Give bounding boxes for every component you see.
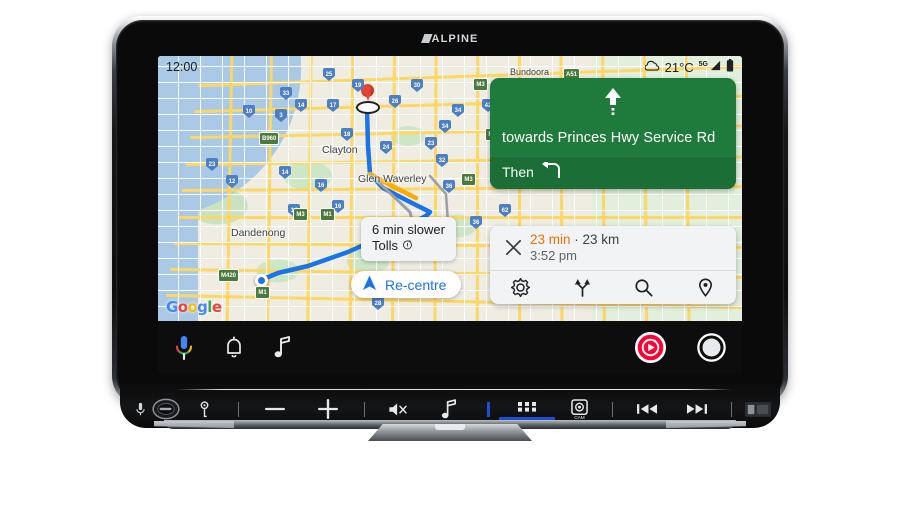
nav-instruction-text: towards Princes Hwy Service Rd bbox=[502, 130, 716, 146]
map-shield-green: M420 bbox=[218, 269, 240, 282]
recentre-label: Re-centre bbox=[385, 276, 447, 293]
apps-button[interactable] bbox=[497, 402, 557, 426]
eta-duration: 23 min bbox=[530, 232, 571, 247]
chin-notch bbox=[435, 424, 465, 430]
camera-button[interactable]: CAM bbox=[558, 399, 603, 419]
app-launcher-icon[interactable] bbox=[697, 333, 726, 362]
google-attribution: Google bbox=[166, 298, 222, 316]
eta-distance: · 23 km bbox=[574, 232, 620, 247]
alternate-route-card[interactable]: 6 min slower Tolls bbox=[361, 217, 456, 261]
map-place-label: Bundoora bbox=[510, 67, 550, 77]
previous-track-button[interactable] bbox=[623, 403, 672, 415]
volume-up-button[interactable] bbox=[302, 399, 355, 419]
destination-ellipse bbox=[356, 101, 380, 114]
navigation-arrow-icon bbox=[362, 275, 377, 294]
notifications-bell-icon[interactable] bbox=[224, 336, 244, 359]
media-button[interactable] bbox=[419, 398, 479, 428]
search-icon[interactable] bbox=[613, 278, 675, 297]
google-logo-letter: g bbox=[197, 298, 208, 316]
eta-arrival-time: 3:52 pm bbox=[530, 248, 577, 263]
next-track-button[interactable] bbox=[672, 403, 721, 415]
rotary-knob[interactable] bbox=[151, 398, 181, 420]
brand-name: ALPINE bbox=[431, 33, 479, 45]
map-shield-green: M1 bbox=[255, 286, 270, 299]
brand-slashes: ////// bbox=[421, 32, 432, 46]
arrow-straight-dashed-icon bbox=[502, 86, 724, 129]
map-place-label: Glen Waverley bbox=[358, 173, 427, 185]
separator-mid bbox=[480, 401, 498, 417]
separator-3 bbox=[602, 401, 623, 417]
eta-action-bar bbox=[490, 270, 736, 304]
separator-1 bbox=[228, 401, 249, 417]
map-shield-green: M1 bbox=[320, 208, 335, 221]
alt-route-tolls-row: Tolls bbox=[372, 238, 445, 254]
power-key-icon[interactable] bbox=[181, 400, 229, 418]
navigation-instruction-card: towards Princes Hwy Service Rd Then bbox=[490, 78, 736, 190]
youtube-music-icon[interactable] bbox=[634, 331, 667, 364]
map-shield-green: B960 bbox=[259, 132, 280, 145]
unit-chin bbox=[112, 420, 788, 446]
music-note-icon[interactable] bbox=[274, 336, 292, 359]
recentre-button[interactable]: Re-centre bbox=[351, 271, 462, 298]
assistant-mic-icon[interactable] bbox=[174, 335, 194, 361]
map-place-label: Dandenong bbox=[231, 227, 286, 239]
close-icon[interactable] bbox=[500, 239, 526, 256]
map-shield-green: M3 bbox=[293, 208, 308, 221]
alt-route-tolls-text: Tolls bbox=[372, 238, 399, 254]
google-logo-letter: o bbox=[187, 298, 198, 316]
alternate-routes-icon[interactable] bbox=[552, 278, 614, 297]
eta-summary-row: 23 min · 23 km 3:52 pm bbox=[490, 226, 736, 270]
mute-button[interactable] bbox=[375, 401, 420, 418]
pin-tip bbox=[364, 93, 371, 101]
settings-icon[interactable] bbox=[490, 278, 552, 297]
alt-route-slower-text: 6 min slower bbox=[372, 222, 445, 237]
google-logo-letter: o bbox=[177, 298, 188, 316]
google-logo-letter: e bbox=[211, 298, 222, 316]
alpine-brand-logo: //////ALPINE bbox=[112, 32, 788, 46]
location-pin-icon[interactable] bbox=[675, 278, 737, 297]
touchscreen-display[interactable]: Bundoora Clayton Glen Waverley Dandenong 25… bbox=[158, 56, 742, 374]
eta-card: 23 min · 23 km 3:52 pm bbox=[490, 226, 736, 304]
map-place-label: Clayton bbox=[322, 144, 358, 156]
map-shield-green: M3 bbox=[461, 173, 476, 186]
info-circle-icon bbox=[402, 238, 413, 254]
separator-2 bbox=[354, 401, 375, 417]
sd-card-slot bbox=[742, 401, 774, 417]
hw-hairline bbox=[176, 389, 732, 390]
voice-mic-icon[interactable] bbox=[130, 402, 151, 417]
map-shield-green: M3 bbox=[473, 78, 488, 91]
android-auto-navbar bbox=[158, 321, 742, 374]
eta-text-block: 23 min · 23 km 3:52 pm bbox=[526, 232, 619, 263]
eta-duration-distance: 23 min · 23 km bbox=[530, 232, 619, 247]
nav-card-main: towards Princes Hwy Service Rd bbox=[490, 78, 736, 156]
nav-then-row: Then bbox=[490, 156, 736, 190]
svg-text:CAM: CAM bbox=[575, 415, 586, 419]
volume-down-button[interactable] bbox=[249, 405, 302, 413]
separator-4 bbox=[722, 401, 743, 417]
google-logo-letter: G bbox=[166, 298, 178, 316]
alpine-head-unit: //////ALPINE Bundoora Clayton Glen Waver… bbox=[112, 16, 788, 446]
then-label: Then bbox=[502, 164, 534, 181]
turn-left-icon bbox=[541, 159, 563, 182]
